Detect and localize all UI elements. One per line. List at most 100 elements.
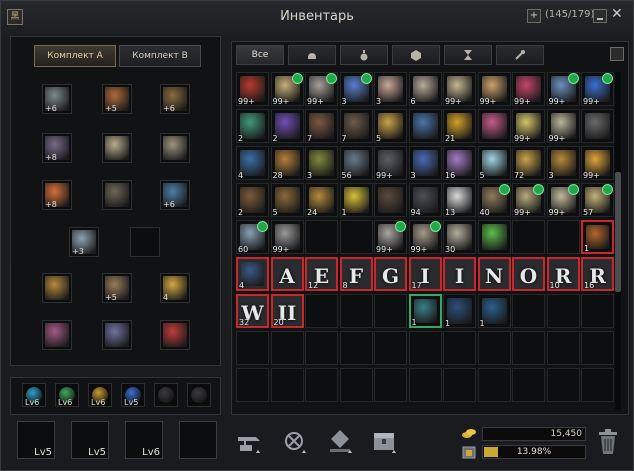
gem-slot[interactable] bbox=[187, 383, 211, 407]
shoulder-slot[interactable]: +6 bbox=[160, 84, 190, 114]
belt-slot[interactable] bbox=[42, 273, 72, 303]
inventory-slot[interactable] bbox=[512, 294, 545, 328]
inventory-slot[interactable]: II 20 bbox=[270, 294, 304, 328]
artifact-slot-2[interactable]: Lv5 bbox=[71, 421, 109, 459]
inventory-slot[interactable] bbox=[443, 368, 476, 402]
inventory-slot[interactable]: 99+ bbox=[374, 220, 407, 254]
inventory-slot[interactable] bbox=[270, 331, 304, 365]
necklace-slot[interactable] bbox=[42, 320, 72, 350]
inventory-slot[interactable] bbox=[477, 220, 511, 254]
inventory-slot[interactable]: 13 bbox=[443, 183, 476, 217]
inventory-slot[interactable]: 2 bbox=[236, 183, 269, 217]
inventory-slot[interactable]: R 10 bbox=[546, 257, 580, 291]
expand-slots-button[interactable]: + bbox=[527, 9, 541, 23]
inventory-slot[interactable] bbox=[305, 368, 338, 402]
kit-a-tab[interactable]: Комплект A bbox=[34, 45, 116, 67]
dismantle-icon[interactable] bbox=[280, 427, 310, 457]
inventory-slot[interactable]: I 17 bbox=[408, 257, 442, 291]
tab-hourglass-icon[interactable] bbox=[444, 45, 492, 65]
gem-slot[interactable]: Lv6 bbox=[22, 383, 46, 407]
inventory-slot[interactable]: 3 bbox=[339, 72, 373, 106]
tab-all[interactable]: Все bbox=[236, 45, 284, 65]
inventory-slot[interactable] bbox=[408, 331, 442, 365]
inventory-slot[interactable]: 99+ bbox=[236, 72, 269, 106]
inventory-slot[interactable]: 2 bbox=[270, 109, 304, 143]
inventory-slot[interactable] bbox=[477, 331, 511, 365]
inventory-slot[interactable] bbox=[305, 220, 338, 254]
inventory-slot[interactable] bbox=[512, 220, 545, 254]
ring-slot[interactable]: 4 bbox=[160, 273, 190, 303]
mainhand-slot[interactable]: +8 bbox=[42, 180, 72, 210]
inventory-slot[interactable] bbox=[305, 294, 338, 328]
gem-slot[interactable]: Lv5 bbox=[121, 383, 145, 407]
inventory-slot[interactable]: 16 bbox=[443, 146, 476, 180]
inventory-slot[interactable]: 99+ bbox=[443, 72, 476, 106]
inventory-slot[interactable] bbox=[512, 331, 545, 365]
artifact-slot-1[interactable]: Lv5 bbox=[17, 421, 55, 459]
inventory-slot[interactable]: 72 bbox=[512, 146, 545, 180]
pants-slot[interactable] bbox=[102, 180, 132, 210]
inventory-slot[interactable]: A bbox=[270, 257, 304, 291]
inventory-slot[interactable]: 99+ bbox=[305, 72, 338, 106]
inventory-slot[interactable] bbox=[374, 294, 407, 328]
inventory-slot[interactable] bbox=[305, 331, 338, 365]
inventory-slot[interactable] bbox=[236, 331, 269, 365]
inventory-slot[interactable] bbox=[546, 294, 580, 328]
inventory-slot[interactable]: 7 bbox=[305, 109, 338, 143]
anvil-icon[interactable] bbox=[234, 427, 264, 457]
inventory-slot[interactable]: R 16 bbox=[581, 257, 614, 291]
kit-b-tab[interactable]: Комплект B bbox=[119, 45, 201, 67]
inventory-slot[interactable]: 99+ bbox=[270, 220, 304, 254]
title-bar[interactable]: 黑 Инвентарь + (145/179) ✕ bbox=[1, 1, 633, 35]
inventory-slot[interactable]: F8 bbox=[339, 257, 373, 291]
earring-slot[interactable]: +5 bbox=[102, 273, 132, 303]
close-button[interactable]: ✕ bbox=[611, 7, 623, 21]
inventory-slot[interactable] bbox=[443, 331, 476, 365]
gem-slot[interactable] bbox=[154, 383, 178, 407]
inventory-slot[interactable] bbox=[546, 368, 580, 402]
inventory-slot[interactable]: 24 bbox=[305, 183, 338, 217]
inventory-slot[interactable]: 57 bbox=[581, 183, 614, 217]
inventory-slot[interactable]: 1 bbox=[443, 294, 476, 328]
inventory-slot[interactable]: 99+ bbox=[477, 72, 511, 106]
empty-slot[interactable] bbox=[130, 227, 160, 257]
armor-slot[interactable]: +5 bbox=[102, 84, 132, 114]
inventory-slot[interactable] bbox=[270, 368, 304, 402]
inventory-slot[interactable]: 1 bbox=[581, 220, 614, 254]
inventory-slot[interactable]: E 12 bbox=[305, 257, 338, 291]
inventory-slot[interactable] bbox=[374, 331, 407, 365]
sort-button[interactable] bbox=[610, 47, 624, 61]
inventory-slot[interactable] bbox=[581, 294, 614, 328]
inventory-slot[interactable] bbox=[339, 331, 373, 365]
inventory-slot[interactable]: 94 bbox=[408, 183, 442, 217]
inventory-slot[interactable] bbox=[408, 109, 442, 143]
offhand-slot[interactable]: +6 bbox=[160, 180, 190, 210]
weapon-slot[interactable]: +3 bbox=[69, 227, 99, 257]
inventory-slot[interactable]: 99+ bbox=[512, 183, 545, 217]
gloves-slot[interactable]: +8 bbox=[42, 133, 72, 163]
amulet-slot[interactable] bbox=[160, 320, 190, 350]
inventory-slot[interactable]: 28 bbox=[270, 146, 304, 180]
crystal-icon[interactable] bbox=[326, 427, 356, 457]
inventory-slot[interactable]: 4 bbox=[236, 257, 269, 291]
inventory-slot[interactable]: G bbox=[374, 257, 407, 291]
tab-key-icon[interactable] bbox=[496, 45, 544, 65]
inventory-slot[interactable]: 21 bbox=[443, 109, 476, 143]
tab-potion-icon[interactable] bbox=[340, 45, 388, 65]
inventory-slot[interactable]: 6 bbox=[408, 72, 442, 106]
inventory-slot[interactable]: I bbox=[443, 257, 476, 291]
inventory-slot[interactable] bbox=[374, 183, 407, 217]
inventory-slot[interactable]: 2 bbox=[236, 109, 269, 143]
inventory-slot[interactable]: 56 bbox=[339, 146, 373, 180]
inventory-slot[interactable] bbox=[581, 109, 614, 143]
inventory-slot[interactable]: 40 bbox=[477, 183, 511, 217]
legs-slot[interactable] bbox=[160, 133, 190, 163]
artifact-slot-3[interactable]: Lv6 bbox=[125, 421, 163, 459]
inventory-slot[interactable] bbox=[236, 368, 269, 402]
inventory-slot[interactable] bbox=[477, 109, 511, 143]
inventory-slot[interactable]: 99+ bbox=[546, 72, 580, 106]
inventory-slot[interactable]: 1 bbox=[477, 294, 511, 328]
inventory-slot[interactable] bbox=[339, 220, 373, 254]
inventory-slot[interactable] bbox=[581, 331, 614, 365]
inventory-slot[interactable]: 99+ bbox=[512, 72, 545, 106]
